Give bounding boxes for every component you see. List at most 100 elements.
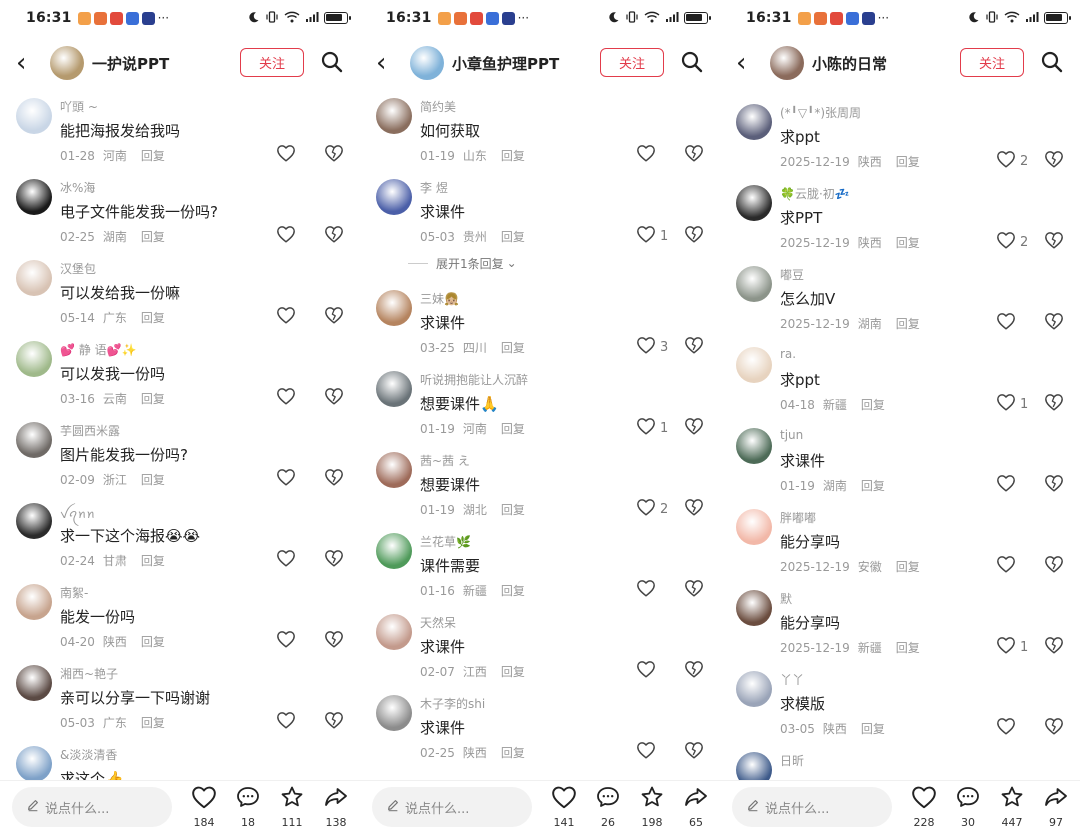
commenter-name[interactable]: 简约美 bbox=[420, 98, 456, 115]
dislike-heart-icon[interactable] bbox=[1044, 717, 1064, 739]
commenter-name[interactable]: (*╹▽╹*)张周周 bbox=[780, 104, 861, 121]
comment-like-button[interactable] bbox=[276, 468, 296, 490]
commenter-name[interactable]: 嘟豆 bbox=[780, 266, 804, 283]
share-action-button[interactable]: 97 bbox=[1036, 785, 1076, 829]
comment-like-button[interactable] bbox=[276, 711, 296, 733]
commenter-avatar[interactable] bbox=[376, 179, 412, 215]
commenter-name[interactable]: 🍀云胧·初💤 bbox=[780, 185, 850, 202]
dislike-heart-icon[interactable] bbox=[324, 225, 344, 247]
author-name[interactable]: 小陈的日常 bbox=[812, 53, 887, 74]
reply-button[interactable]: 回复 bbox=[501, 665, 525, 679]
commenter-name[interactable]: 💕 静 语💕✨ bbox=[60, 341, 136, 358]
dislike-heart-icon[interactable] bbox=[684, 336, 704, 358]
comment-like-button[interactable] bbox=[996, 555, 1016, 577]
dislike-heart-icon[interactable] bbox=[1044, 474, 1064, 496]
dislike-heart-icon[interactable] bbox=[1044, 150, 1064, 172]
comment-like-button[interactable] bbox=[996, 312, 1016, 334]
comment-list[interactable]: 01-13内蒙古回复3(*╹▽╹*)张周周求ppt2025-12-19陕西回复2… bbox=[720, 86, 1080, 780]
dislike-heart-icon[interactable] bbox=[324, 468, 344, 490]
follow-button[interactable]: 关注 bbox=[240, 48, 304, 77]
commenter-avatar[interactable] bbox=[736, 509, 772, 545]
reply-button[interactable]: 回复 bbox=[141, 311, 165, 325]
dislike-heart-icon[interactable] bbox=[324, 306, 344, 328]
comment-like-button[interactable] bbox=[996, 474, 1016, 496]
commenter-avatar[interactable] bbox=[16, 260, 52, 296]
comment-like-button[interactable]: 1 bbox=[636, 225, 668, 247]
commenter-avatar[interactable] bbox=[16, 341, 52, 377]
comment-like-button[interactable]: 3 bbox=[996, 86, 1028, 90]
commenter-avatar[interactable] bbox=[736, 590, 772, 626]
commenter-name[interactable]: 冰%海 bbox=[60, 179, 95, 196]
commenter-name[interactable]: 三妹👧🏼 bbox=[420, 290, 459, 307]
dislike-heart-icon[interactable] bbox=[1044, 231, 1064, 253]
commenter-avatar[interactable] bbox=[736, 185, 772, 221]
dislike-heart-icon[interactable] bbox=[684, 579, 704, 601]
reply-button[interactable]: 回复 bbox=[141, 635, 165, 649]
dislike-heart-icon[interactable] bbox=[684, 417, 704, 439]
dislike-heart-icon[interactable] bbox=[324, 549, 344, 571]
comment-like-button[interactable] bbox=[276, 225, 296, 247]
commenter-name[interactable]: 汉堡包 bbox=[60, 260, 96, 277]
reply-button[interactable]: 回复 bbox=[896, 560, 920, 574]
commenter-avatar[interactable] bbox=[736, 752, 772, 780]
reply-button[interactable]: 回复 bbox=[861, 722, 885, 736]
commenter-avatar[interactable] bbox=[376, 614, 412, 650]
commenter-avatar[interactable] bbox=[736, 104, 772, 140]
author-avatar[interactable] bbox=[50, 46, 84, 80]
commenter-avatar[interactable] bbox=[376, 695, 412, 731]
favorite-action-button[interactable]: 447 bbox=[992, 785, 1032, 829]
dislike-heart-icon[interactable] bbox=[1044, 636, 1064, 658]
commenter-name[interactable]: 木子李的shi bbox=[420, 695, 485, 712]
commenter-avatar[interactable] bbox=[736, 266, 772, 302]
comment-like-button[interactable] bbox=[276, 144, 296, 166]
reply-button[interactable]: 回复 bbox=[141, 554, 165, 568]
reply-button[interactable]: 回复 bbox=[501, 503, 525, 517]
commenter-name[interactable]: 南絮- bbox=[60, 584, 88, 601]
reply-button[interactable]: 回复 bbox=[501, 230, 525, 244]
commenter-avatar[interactable] bbox=[16, 98, 52, 134]
dislike-heart-icon[interactable] bbox=[324, 711, 344, 733]
commenter-name[interactable]: 日昕 bbox=[780, 752, 804, 769]
reply-button[interactable]: 回复 bbox=[501, 422, 525, 436]
comment-like-button[interactable] bbox=[276, 306, 296, 328]
author-name[interactable]: 小章鱼护理PPT bbox=[452, 53, 559, 74]
comment-like-button[interactable] bbox=[636, 579, 656, 601]
commenter-avatar[interactable] bbox=[376, 98, 412, 134]
dislike-heart-icon[interactable] bbox=[684, 498, 704, 520]
commenter-avatar[interactable] bbox=[16, 422, 52, 458]
reply-button[interactable]: 回复 bbox=[896, 641, 920, 655]
commenter-name[interactable]: 芋圆西米露 bbox=[60, 422, 120, 439]
dislike-heart-icon[interactable] bbox=[684, 225, 704, 247]
comment-like-button[interactable] bbox=[276, 630, 296, 652]
commenter-name[interactable]: tjun bbox=[780, 428, 803, 442]
comment-like-button[interactable]: 1 bbox=[996, 393, 1028, 415]
commenter-name[interactable]: 兰花草🌿 bbox=[420, 533, 471, 550]
favorite-action-button[interactable]: 111 bbox=[272, 785, 312, 829]
like-action-button[interactable]: 184 bbox=[184, 785, 224, 829]
dislike-heart-icon[interactable] bbox=[1044, 555, 1064, 577]
like-action-button[interactable]: 228 bbox=[904, 785, 944, 829]
reply-button[interactable]: 回复 bbox=[896, 155, 920, 169]
expand-replies-button[interactable]: 展开1条回复 ⌄ bbox=[360, 248, 720, 278]
back-arrow-icon[interactable]: ‹ bbox=[16, 50, 38, 76]
commenter-name[interactable]: 胖嘟嘟 bbox=[780, 509, 816, 526]
comment-like-button[interactable] bbox=[276, 549, 296, 571]
comment-input[interactable]: 说点什么... bbox=[732, 787, 892, 827]
comment-action-button[interactable]: 26 bbox=[588, 785, 628, 829]
reply-button[interactable]: 回复 bbox=[141, 230, 165, 244]
commenter-avatar[interactable] bbox=[16, 665, 52, 701]
reply-button[interactable]: 回复 bbox=[141, 473, 165, 487]
comment-like-button[interactable]: 2 bbox=[636, 498, 668, 520]
search-icon[interactable] bbox=[1040, 50, 1064, 74]
share-action-button[interactable]: 65 bbox=[676, 785, 716, 829]
comment-like-button[interactable] bbox=[996, 717, 1016, 739]
comment-action-button[interactable]: 30 bbox=[948, 785, 988, 829]
commenter-avatar[interactable] bbox=[16, 584, 52, 620]
commenter-name[interactable]: 李 煜 bbox=[420, 179, 448, 196]
commenter-avatar[interactable] bbox=[376, 371, 412, 407]
comment-input[interactable]: 说点什么... bbox=[372, 787, 532, 827]
reply-button[interactable]: 回复 bbox=[861, 479, 885, 493]
author-avatar[interactable] bbox=[410, 46, 444, 80]
comment-like-button[interactable]: 3 bbox=[636, 336, 668, 358]
dislike-heart-icon[interactable] bbox=[1044, 86, 1064, 90]
